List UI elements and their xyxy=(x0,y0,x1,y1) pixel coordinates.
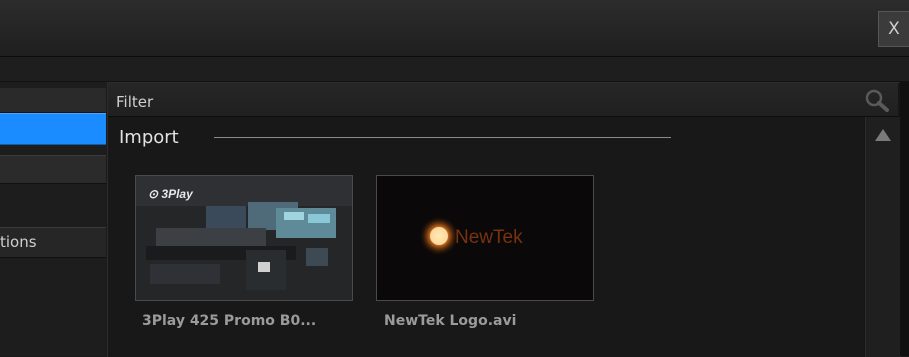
filter-label: Filter xyxy=(116,93,154,111)
media-browser: Filter Import ⊙ 3Play NewTek 3Play 425 P… xyxy=(107,82,901,357)
close-button[interactable]: X xyxy=(878,11,909,47)
toolbar xyxy=(0,57,909,82)
newtek-logo-thumbnail: NewTek xyxy=(377,176,593,300)
search-icon[interactable] xyxy=(864,88,890,112)
media-name: NewTek Logo.avi xyxy=(384,313,517,329)
media-thumbnail-newtek[interactable]: NewTek xyxy=(376,175,594,301)
section-title: Import xyxy=(119,127,179,148)
panel-edge xyxy=(900,82,909,356)
vertical-scrollbar[interactable] xyxy=(865,117,900,357)
filter-bar[interactable]: Filter xyxy=(108,83,898,117)
sidebar-item-label: tions xyxy=(0,233,37,251)
section-divider xyxy=(214,137,671,138)
title-bar: X xyxy=(0,0,909,57)
scroll-up-arrow-icon[interactable] xyxy=(873,126,893,144)
media-thumbnail-3play[interactable]: ⊙ 3Play xyxy=(135,175,353,301)
svg-text:NewTek: NewTek xyxy=(455,227,523,248)
sidebar-item-selected[interactable] xyxy=(0,113,106,145)
svg-text:⊙ 3Play: ⊙ 3Play xyxy=(148,187,194,201)
left-panel: tions xyxy=(0,82,106,356)
sidebar-item-locations[interactable]: tions xyxy=(0,227,106,258)
sidebar-item[interactable] xyxy=(0,88,106,113)
3play-promo-thumbnail: ⊙ 3Play xyxy=(136,176,352,300)
sidebar-item[interactable] xyxy=(0,155,106,184)
media-content: Import ⊙ 3Play NewTek 3Play 425 Promo B0… xyxy=(108,117,864,357)
media-name: 3Play 425 Promo B0... xyxy=(142,313,317,329)
